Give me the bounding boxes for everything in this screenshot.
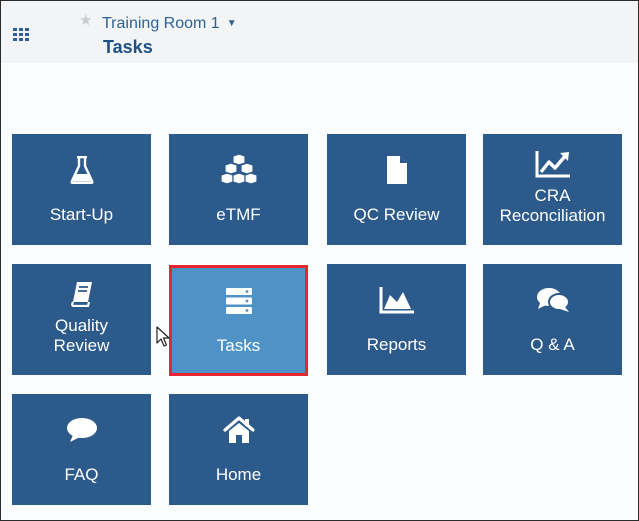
tile-faq[interactable]: FAQ	[12, 394, 151, 505]
tile-label: Q & A	[530, 335, 575, 354]
tile-label: Home	[215, 465, 262, 484]
tile-quality-review[interactable]: Quality Review	[12, 264, 151, 375]
page-title: Tasks	[103, 37, 153, 57]
tile-qc-review[interactable]: QC Review	[327, 134, 466, 245]
app-frame: ★ Training Room 1 ▼ Tasks Start-Up eTMF …	[0, 0, 639, 521]
header-bar: ★ Training Room 1 ▼ Tasks	[1, 1, 638, 63]
favorite-star-icon[interactable]: ★	[79, 13, 92, 28]
document-icon	[386, 156, 407, 184]
apps-grid-icon[interactable]	[13, 28, 30, 42]
tile-label: Quality Review	[53, 316, 110, 355]
book-icon	[70, 282, 92, 307]
tile-start-up[interactable]: Start-Up	[12, 134, 151, 245]
tile-tasks[interactable]: Tasks	[169, 265, 308, 376]
tile-label: FAQ	[64, 465, 99, 484]
home-icon	[222, 416, 255, 443]
tile-q-and-a[interactable]: Q & A	[483, 264, 622, 375]
tile-label: eTMF	[216, 205, 261, 224]
area-chart-icon	[379, 287, 414, 314]
cubes-icon	[219, 154, 258, 185]
mouse-cursor-icon	[156, 326, 170, 347]
tile-etmf[interactable]: eTMF	[169, 134, 308, 245]
line-chart-icon	[535, 151, 570, 178]
tile-label: CRA Reconciliation	[499, 186, 606, 225]
caret-down-icon: ▼	[226, 18, 237, 29]
server-list-icon	[225, 288, 252, 314]
tile-cra-reconciliation[interactable]: CRA Reconciliation	[483, 134, 622, 245]
tile-label: Tasks	[216, 336, 261, 355]
room-title: Training Room 1	[102, 15, 220, 32]
speech-bubble-icon	[66, 418, 97, 442]
flask-icon	[69, 156, 94, 184]
chat-bubbles-icon	[536, 288, 570, 312]
tile-label: Reports	[366, 335, 427, 354]
tile-label: QC Review	[353, 205, 440, 224]
room-selector[interactable]: Training Room 1 ▼	[102, 16, 237, 32]
tile-home[interactable]: Home	[169, 394, 308, 505]
tile-reports[interactable]: Reports	[327, 264, 466, 375]
tile-label: Start-Up	[49, 205, 114, 224]
